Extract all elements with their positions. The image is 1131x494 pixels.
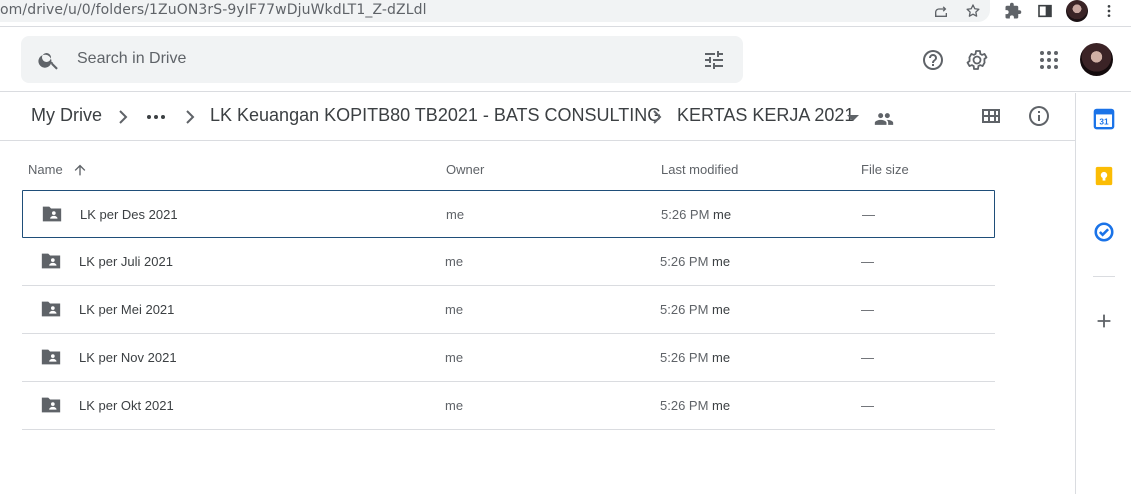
row-owner: me bbox=[445, 350, 464, 365]
table-row[interactable]: LK per Nov 2021 me 5:26 PM me — bbox=[22, 334, 995, 382]
row-name: LK per Juli 2021 bbox=[79, 254, 173, 269]
column-header-file-size[interactable]: File size bbox=[861, 162, 909, 177]
row-size: — bbox=[861, 254, 874, 269]
extensions-icon[interactable] bbox=[1002, 0, 1024, 22]
shared-folder-icon bbox=[41, 301, 61, 317]
browser-profile-avatar[interactable] bbox=[1066, 0, 1088, 22]
column-header-last-modified[interactable]: Last modified bbox=[661, 162, 738, 177]
row-modified-time: 5:26 PM bbox=[661, 207, 710, 222]
breadcrumb: My Drive LK Keuangan KOPITB80 TB2021 - B… bbox=[0, 93, 1075, 141]
kebab-icon[interactable] bbox=[1098, 0, 1120, 22]
row-modified-time: 5:26 PM bbox=[660, 398, 709, 413]
row-size: — bbox=[861, 302, 874, 317]
apps-grid-icon[interactable] bbox=[1037, 48, 1061, 72]
row-owner: me bbox=[446, 207, 465, 222]
shared-folder-icon bbox=[41, 349, 61, 365]
breadcrumb-parent-folder[interactable]: LK Keuangan KOPITB80 TB2021 - BATS CONSU… bbox=[210, 105, 661, 126]
arrow-up-icon[interactable] bbox=[72, 162, 88, 178]
address-bar-url[interactable]: om/drive/u/0/folders/1ZuON3rS-9yIF77wDju… bbox=[0, 2, 427, 18]
grid-view-icon[interactable] bbox=[979, 104, 1003, 128]
address-bar[interactable]: om/drive/u/0/folders/1ZuON3rS-9yIF77wDju… bbox=[0, 0, 990, 22]
drive-header bbox=[0, 28, 1131, 92]
row-modified-time: 5:26 PM bbox=[660, 254, 709, 269]
row-owner: me bbox=[445, 254, 464, 269]
chevron-right-icon bbox=[653, 110, 662, 124]
dropdown-arrow-icon[interactable] bbox=[843, 105, 863, 129]
browser-toolbar: om/drive/u/0/folders/1ZuON3rS-9yIF77wDju… bbox=[0, 0, 1131, 27]
column-header-owner[interactable]: Owner bbox=[446, 162, 484, 177]
table-row[interactable]: LK per Mei 2021 me 5:26 PM me — bbox=[22, 286, 995, 334]
breadcrumb-current-folder[interactable]: KERTAS KERJA 2021 bbox=[677, 105, 854, 126]
chevron-right-icon bbox=[119, 110, 128, 124]
row-modified-by: me bbox=[712, 398, 731, 413]
side-panel-divider bbox=[1075, 93, 1076, 494]
side-panel-icon[interactable] bbox=[1034, 0, 1056, 22]
share-icon[interactable] bbox=[930, 0, 952, 22]
row-modified-time: 5:26 PM bbox=[660, 350, 709, 365]
search-box[interactable] bbox=[21, 36, 743, 83]
row-owner: me bbox=[445, 302, 464, 317]
shared-folder-icon bbox=[41, 397, 61, 413]
search-input[interactable] bbox=[77, 44, 677, 74]
tasks-icon[interactable] bbox=[1093, 221, 1115, 243]
breadcrumb-my-drive[interactable]: My Drive bbox=[31, 105, 102, 126]
row-modified-by: me bbox=[712, 302, 731, 317]
shared-people-icon bbox=[874, 113, 894, 125]
help-icon[interactable] bbox=[921, 48, 945, 72]
calendar-day-number: 31 bbox=[1099, 118, 1109, 127]
tune-icon[interactable] bbox=[702, 48, 726, 72]
row-modified-by: me bbox=[712, 254, 731, 269]
column-header-name[interactable]: Name bbox=[28, 162, 63, 177]
row-modified-by: me bbox=[713, 207, 732, 222]
search-icon[interactable] bbox=[37, 48, 61, 72]
row-name: LK per Mei 2021 bbox=[79, 302, 175, 317]
table-row[interactable]: LK per Juli 2021 me 5:26 PM me — bbox=[22, 238, 995, 286]
row-name: LK per Des 2021 bbox=[80, 207, 178, 222]
keep-icon[interactable] bbox=[1093, 165, 1115, 187]
chevron-right-icon bbox=[186, 110, 195, 124]
row-modified-by: me bbox=[712, 350, 731, 365]
table-row[interactable]: LK per Des 2021 me 5:26 PM me — bbox=[22, 190, 995, 238]
info-icon[interactable] bbox=[1027, 104, 1051, 128]
shared-folder-icon bbox=[41, 253, 61, 269]
row-size: — bbox=[861, 350, 874, 365]
gear-icon[interactable] bbox=[965, 48, 989, 72]
side-panel-separator bbox=[1093, 276, 1115, 277]
row-modified-time: 5:26 PM bbox=[660, 302, 709, 317]
row-owner: me bbox=[445, 398, 464, 413]
star-icon[interactable] bbox=[962, 0, 984, 22]
row-size: — bbox=[861, 398, 874, 413]
more-horiz-icon[interactable] bbox=[146, 105, 166, 129]
table-row[interactable]: LK per Okt 2021 me 5:26 PM me — bbox=[22, 382, 995, 430]
calendar-icon[interactable]: 31 bbox=[1093, 108, 1115, 130]
row-size: — bbox=[862, 207, 875, 222]
row-name: LK per Okt 2021 bbox=[79, 398, 174, 413]
account-avatar[interactable] bbox=[1080, 43, 1113, 76]
plus-icon[interactable] bbox=[1093, 310, 1115, 332]
shared-folder-icon bbox=[42, 206, 62, 222]
row-name: LK per Nov 2021 bbox=[79, 350, 177, 365]
